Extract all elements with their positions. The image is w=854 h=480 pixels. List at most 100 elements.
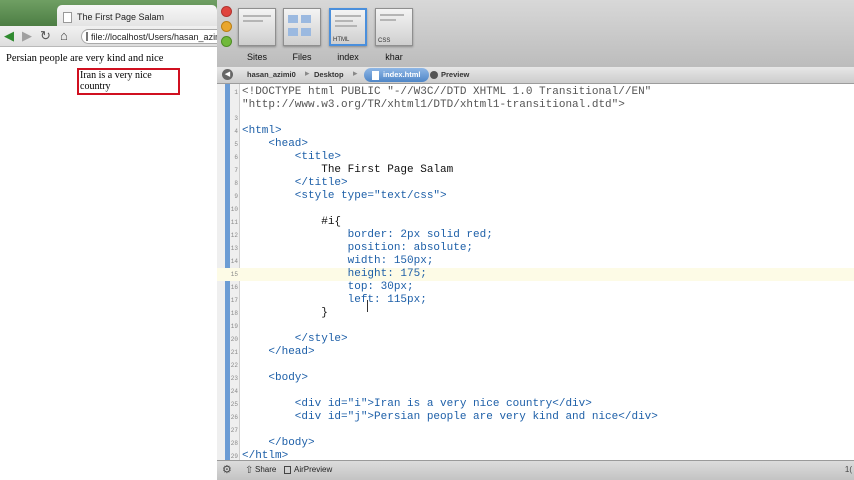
line-number: 16 [230,284,238,291]
index-label: index [337,52,359,62]
airpreview-button[interactable]: AirPreview [294,465,332,474]
browser-toolbar: ◀ ▶ ↻ ⌂ file://localhost/Users/hasan_azi… [0,26,217,47]
line-number: 17 [230,297,238,304]
preview-eye-icon[interactable] [430,71,438,79]
line-number: 26 [230,414,238,421]
code-line: 27 [217,424,854,437]
minimize-button[interactable] [221,21,232,32]
line-text: <html> [242,125,282,137]
files-label: Files [292,52,312,62]
share-button[interactable]: Share [255,465,276,474]
line-text: </style> [242,333,348,345]
file-icon [86,32,88,41]
line-text: height: 175; [242,268,427,280]
breadcrumb-user[interactable]: hasan_azimi0 [247,70,296,79]
browser-window: The First Page Salam ◀ ▶ ↻ ⌂ file://loca… [0,0,217,480]
thumb-line [380,19,396,21]
breadcrumb-file-label: index.html [383,70,421,79]
line-number: 19 [230,323,238,330]
code-line: 16 top: 30px; [217,281,854,294]
folder-icon [288,28,298,36]
line-number: 14 [230,258,238,265]
line-number: 21 [230,349,238,356]
div-i-box: Iran is a very nice country [77,68,180,95]
code-line: 23 <body> [217,372,854,385]
browser-viewport: Persian people are very kind and nice Ir… [0,47,217,480]
code-line: 19 [217,320,854,333]
line-number: 13 [230,245,238,252]
code-line: 5 <head> [217,138,854,151]
index-html-thumbnail[interactable]: HTML [329,8,367,46]
line-text: <div id="i">Iran is a very nice country<… [242,398,592,410]
line-text: <title> [242,151,342,163]
khar-css-thumbnail[interactable]: CSS [375,8,413,46]
back-arrow-icon[interactable]: ◀ [4,28,14,44]
line-text: border: 2px solid red; [242,229,493,241]
airpreview-icon[interactable] [284,466,291,474]
home-icon[interactable]: ⌂ [60,28,68,44]
code-line: 3 [217,112,854,125]
address-bar[interactable]: file://localhost/Users/hasan_azimi0/Desk… [81,29,217,44]
line-text: "http://www.w3.org/TR/xhtml1/DTD/xhtml1-… [242,99,625,111]
code-line: 12 border: 2px solid red; [217,229,854,242]
forward-arrow-icon[interactable]: ▶ [22,28,32,44]
line-number: 18 [230,310,238,317]
code-line: 11 #i{ [217,216,854,229]
code-editor[interactable]: 1 <!DOCTYPE html PUBLIC "-//W3C//DTD XHTM… [217,84,854,462]
line-text: <head> [242,138,309,150]
line-number: 4 [234,128,238,135]
code-line: "http://www.w3.org/TR/xhtml1/DTD/xhtml1-… [217,99,854,112]
breadcrumb-file[interactable]: index.html [364,68,429,82]
line-number: 11 [230,219,238,226]
line-number: 1 [234,89,238,96]
line-text: <style type="text/css"> [242,190,447,202]
path-back-icon[interactable]: ◀ [222,69,233,80]
breadcrumb-separator-icon: ▸ [353,68,358,78]
line-text: <div id="j">Persian people are very kind… [242,411,658,423]
div-j-text: Persian people are very kind and nice [6,53,164,64]
tab-title: The First Page Salam [77,12,165,22]
zoom-button[interactable] [221,36,232,47]
path-bar: ◀ hasan_azimi0 ▸ Desktop ▸ index.html Pr… [217,67,854,84]
page-icon [63,11,72,23]
sites-label: Sites [246,52,267,62]
close-button[interactable] [221,6,232,17]
code-line: 9 <style type="text/css"> [217,190,854,203]
thumb-line [243,15,271,17]
reload-icon[interactable]: ↻ [40,28,51,44]
status-readout: 1( [844,465,852,474]
gear-icon[interactable]: ⚙ [222,464,232,477]
breadcrumb-desktop[interactable]: Desktop [314,70,344,79]
browser-tab[interactable]: The First Page Salam [57,5,217,26]
share-icon[interactable]: ⇧ [245,464,253,477]
html-file-icon [372,70,379,80]
line-text: The First Page Salam [242,164,454,176]
breadcrumb-separator-icon: ▸ [305,68,310,78]
line-number: 3 [234,115,238,122]
code-line: 18 } [217,307,854,320]
thumb-type-label: HTML [333,37,350,43]
thumb-type-label: CSS [378,38,391,44]
line-text: position: absolute; [242,242,474,254]
files-thumbnail[interactable] [283,8,321,46]
line-number: 10 [230,206,238,213]
line-number: 8 [234,180,238,187]
thumb-line [335,25,357,27]
line-text: top: 30px; [242,281,414,293]
line-number: 24 [230,388,238,395]
code-line: 8 </title> [217,177,854,190]
line-number: 25 [230,401,238,408]
sites-thumbnail[interactable] [238,8,276,46]
code-line: 20 </style> [217,333,854,346]
line-text: left: 115px; [242,294,427,306]
preview-button[interactable]: Preview [441,70,469,79]
line-text: width: 150px; [242,255,434,267]
line-number: 12 [230,232,238,239]
line-text: } [242,307,328,319]
code-line: 26 <div id="j">Persian people are very k… [217,411,854,424]
line-number: 23 [230,375,238,382]
line-number: 22 [230,362,238,369]
line-number: 28 [230,440,238,447]
code-line: 25 <div id="i">Iran is a very nice count… [217,398,854,411]
khar-label: khar [385,52,403,62]
